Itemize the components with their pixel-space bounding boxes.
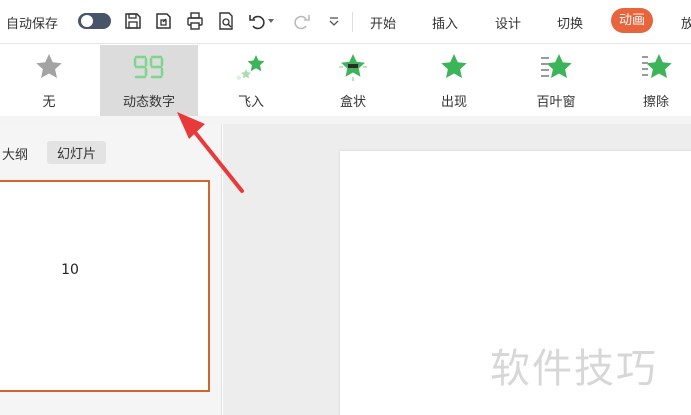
slide-thumbnail[interactable]: 10 [0, 180, 210, 392]
animation-box-label: 盒状 [339, 95, 366, 110]
tab-design[interactable]: 设计 [495, 13, 521, 32]
digital-number-icon [133, 55, 164, 79]
autosave-toggle[interactable] [78, 13, 111, 29]
quick-access-toolbar: 自动保存 开始 插入 设计 切换 动画 放 [0, 0, 691, 44]
animation-blinds[interactable]: 百叶窗 [507, 45, 605, 117]
animation-none[interactable]: 无 [0, 45, 98, 117]
fly-in-star-icon [235, 55, 265, 81]
ribbon-separator [0, 116, 691, 124]
animation-dynamic-number[interactable]: 动态数字 [100, 45, 198, 117]
tab-animation[interactable]: 动画 [611, 8, 654, 33]
star-gray-icon [36, 54, 62, 78]
blinds-star-icon [541, 54, 572, 78]
tab-transition[interactable]: 切换 [557, 13, 583, 32]
slide-thumbnail-number: 10 [61, 262, 79, 278]
print-preview-icon[interactable] [214, 9, 238, 33]
animation-none-label: 无 [42, 95, 56, 110]
tab-outline[interactable]: 大纲 [2, 144, 28, 163]
slide-pane: 大纲 幻灯片 10 [0, 124, 222, 415]
save-as-icon[interactable] [151, 9, 175, 33]
tab-slideshow-partial[interactable]: 放 [681, 13, 691, 32]
animation-dynamic-number-label: 动态数字 [122, 95, 175, 110]
tab-slides[interactable]: 幻灯片 [47, 141, 107, 164]
tab-insert[interactable]: 插入 [432, 13, 458, 32]
toolbar-divider [352, 12, 353, 32]
watermark-text: 软件技巧 [490, 346, 658, 392]
appear-star-icon [441, 54, 467, 78]
animation-fly-in-label: 飞入 [237, 95, 264, 110]
animation-gallery: 无 动态数字 飞入 盒状 出现 百叶窗 擦除 [0, 45, 691, 117]
customize-toolbar-icon[interactable] [322, 9, 346, 33]
animation-wipe[interactable]: 擦除 [607, 45, 691, 117]
save-icon[interactable] [121, 9, 145, 33]
wipe-star-icon [642, 54, 672, 78]
animation-blinds-label: 百叶窗 [536, 95, 576, 110]
autosave-label: 自动保存 [6, 17, 59, 32]
animation-wipe-label: 擦除 [642, 95, 669, 110]
animation-appear-label: 出现 [440, 95, 467, 110]
tab-start[interactable]: 开始 [370, 13, 396, 32]
redo-icon[interactable] [290, 9, 314, 33]
animation-appear[interactable]: 出现 [405, 45, 503, 117]
box-star-icon [339, 54, 367, 81]
animation-box[interactable]: 盒状 [304, 45, 402, 117]
undo-dropdown-icon[interactable] [266, 9, 276, 33]
print-icon[interactable] [183, 9, 207, 33]
animation-fly-in[interactable]: 飞入 [202, 45, 300, 117]
